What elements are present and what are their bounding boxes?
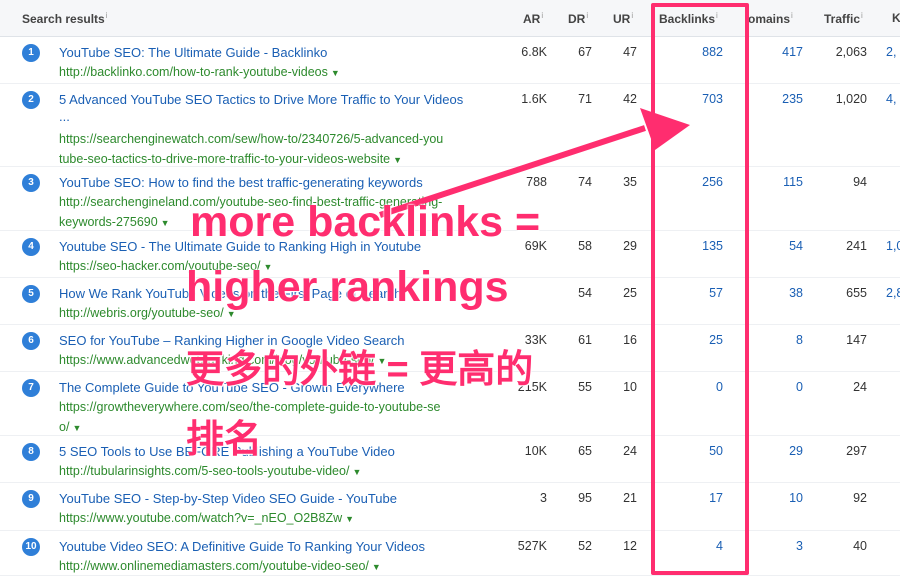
overlay-text-2: higher rankings	[186, 263, 509, 311]
overlay-text-4: 排名	[186, 419, 263, 461]
overlay-text-3: 更多的外链 = 更高的	[186, 349, 534, 391]
serp-results-table: Search resultsi ARi DRi URi Backlinksi o…	[0, 0, 900, 583]
overlay-text-1: more backlinks =	[190, 198, 541, 246]
arrow-head	[640, 108, 690, 150]
